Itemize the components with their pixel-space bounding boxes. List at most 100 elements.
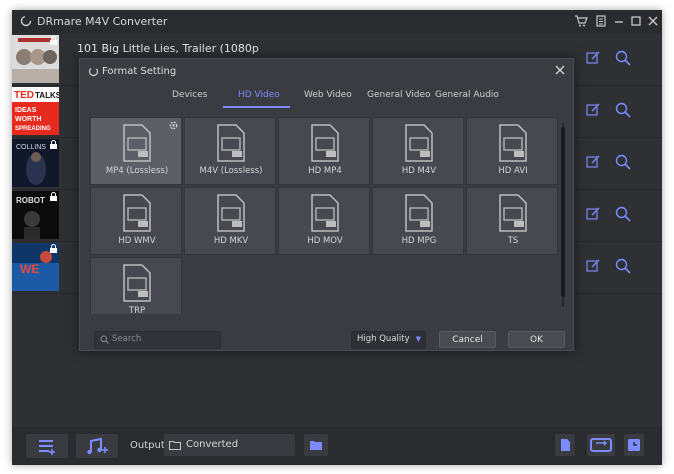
edit-icon[interactable] bbox=[586, 259, 600, 273]
file-icon bbox=[561, 439, 570, 451]
format-label: HD MOV bbox=[307, 236, 343, 246]
bottom-toolbar: Output: Converted bbox=[12, 427, 662, 465]
thumbnail: COLLINS bbox=[12, 139, 59, 187]
svg-text:WORTH: WORTH bbox=[15, 116, 41, 123]
tab-hd-video[interactable]: HD Video bbox=[238, 90, 280, 100]
format-option[interactable]: TRP bbox=[90, 257, 182, 314]
output-label: Output: bbox=[130, 440, 169, 451]
format-label: HD WMV bbox=[118, 236, 156, 246]
format-label: TRP bbox=[128, 306, 146, 314]
edit-icon[interactable] bbox=[586, 103, 600, 117]
close-icon[interactable] bbox=[553, 63, 567, 77]
output-path-value: Converted bbox=[186, 439, 239, 450]
lock-icon bbox=[50, 36, 57, 45]
edit-icon[interactable] bbox=[586, 207, 600, 221]
format-label: HD M4V bbox=[401, 166, 437, 176]
video-file-icon bbox=[123, 124, 151, 162]
active-tab-indicator bbox=[223, 106, 290, 108]
thumbnail-art: TED TALKS IDEAS WORTH SPREADING bbox=[12, 87, 62, 135]
format-option[interactable]: HD M4V bbox=[372, 117, 464, 185]
cart-icon[interactable] bbox=[574, 14, 588, 28]
format-option[interactable]: MP4 (Lossless) bbox=[90, 117, 182, 185]
video-file-icon bbox=[405, 124, 433, 162]
format-label: HD AVI bbox=[498, 166, 528, 176]
format-grid: MP4 (Lossless) M4V (Lossless) HD MP4 HD … bbox=[90, 117, 558, 314]
format-setting-dialog: Format Setting Devices HD Video Web Vide… bbox=[79, 58, 574, 351]
dropdown-arrow-icon: ▼ bbox=[415, 335, 421, 343]
svg-text:TALKS: TALKS bbox=[35, 91, 59, 100]
cancel-button[interactable]: Cancel bbox=[439, 331, 496, 348]
video-file-icon bbox=[311, 124, 339, 162]
format-option[interactable]: HD AVI bbox=[466, 117, 558, 185]
output-path-field[interactable]: Converted bbox=[164, 434, 295, 456]
format-option[interactable]: M4V (Lossless) bbox=[184, 117, 276, 185]
search-icon[interactable] bbox=[615, 206, 631, 222]
search-input[interactable]: Search bbox=[94, 331, 221, 349]
svg-text:TED: TED bbox=[14, 90, 34, 101]
edit-icon[interactable] bbox=[586, 155, 600, 169]
history-button[interactable] bbox=[555, 434, 575, 456]
search-icon[interactable] bbox=[615, 102, 631, 118]
video-title: 101 Big Little Lies, Trailer (1080p bbox=[77, 42, 259, 55]
format-label: HD MKV bbox=[213, 236, 249, 246]
video-file-icon bbox=[405, 194, 433, 232]
svg-text:COLLINS: COLLINS bbox=[16, 144, 46, 151]
tab-general-audio[interactable]: General Audio bbox=[435, 90, 499, 100]
lock-icon bbox=[50, 244, 57, 253]
tab-web-video[interactable]: Web Video bbox=[304, 90, 352, 100]
quality-select[interactable]: High Quality ▼ bbox=[351, 331, 426, 349]
open-folder-icon bbox=[310, 441, 322, 450]
video-file-icon bbox=[217, 124, 245, 162]
close-icon[interactable] bbox=[646, 14, 660, 28]
search-icon[interactable] bbox=[615, 50, 631, 66]
video-file-icon bbox=[217, 194, 245, 232]
app-window: DRmare M4V Converter 101 Big Little Lies… bbox=[12, 10, 662, 465]
add-list-icon bbox=[39, 440, 55, 455]
tab-devices[interactable]: Devices bbox=[172, 90, 207, 100]
edit-icon[interactable] bbox=[586, 51, 600, 65]
format-option[interactable]: HD MP4 bbox=[278, 117, 370, 185]
browse-folder-button[interactable] bbox=[304, 434, 328, 456]
search-icon[interactable] bbox=[615, 154, 631, 170]
convert-button[interactable] bbox=[587, 434, 615, 456]
thumbnail: WE bbox=[12, 243, 59, 291]
format-option[interactable]: TS bbox=[466, 187, 558, 255]
tab-general-video[interactable]: General Video bbox=[367, 90, 431, 100]
thumbnail: TED TALKS IDEAS WORTH SPREADING bbox=[12, 87, 62, 135]
format-option[interactable]: HD MKV bbox=[184, 187, 276, 255]
video-file-icon bbox=[499, 194, 527, 232]
lock-icon bbox=[50, 140, 57, 149]
scrollbar-thumb[interactable] bbox=[561, 127, 565, 297]
video-file-icon bbox=[123, 194, 151, 232]
video-file-icon bbox=[499, 124, 527, 162]
music-add-icon bbox=[87, 437, 108, 455]
dialog-footer: Search High Quality ▼ Cancel OK bbox=[90, 327, 565, 349]
ok-button[interactable]: OK bbox=[508, 331, 565, 348]
title-bar: DRmare M4V Converter bbox=[12, 10, 662, 34]
clock-icon bbox=[628, 439, 640, 451]
svg-text:WE: WE bbox=[20, 262, 39, 276]
format-option[interactable]: HD MPG bbox=[372, 187, 464, 255]
format-label: HD MPG bbox=[401, 236, 437, 246]
format-option[interactable]: HD MOV bbox=[278, 187, 370, 255]
maximize-icon[interactable] bbox=[629, 14, 643, 28]
register-icon[interactable] bbox=[594, 14, 608, 28]
add-files-button[interactable] bbox=[26, 434, 68, 458]
app-title: DRmare M4V Converter bbox=[37, 15, 168, 28]
video-file-icon bbox=[311, 194, 339, 232]
format-grid-scrollbar[interactable] bbox=[560, 117, 566, 313]
svg-text:ROBOT: ROBOT bbox=[16, 196, 45, 205]
minimize-icon[interactable] bbox=[612, 14, 626, 28]
lock-icon bbox=[50, 192, 57, 201]
gear-icon[interactable] bbox=[168, 120, 179, 131]
format-tabs: Devices HD Video Web Video General Video… bbox=[80, 86, 573, 108]
format-setting-icon bbox=[88, 66, 99, 77]
search-placeholder: Search bbox=[112, 334, 142, 344]
format-label: M4V (Lossless) bbox=[199, 166, 263, 176]
format-option[interactable]: HD WMV bbox=[90, 187, 182, 255]
search-icon[interactable] bbox=[615, 258, 631, 274]
schedule-button[interactable] bbox=[624, 434, 644, 456]
add-audio-button[interactable] bbox=[76, 434, 118, 458]
format-label: MP4 (Lossless) bbox=[105, 166, 169, 176]
thumbnail: ROBOT bbox=[12, 191, 59, 239]
